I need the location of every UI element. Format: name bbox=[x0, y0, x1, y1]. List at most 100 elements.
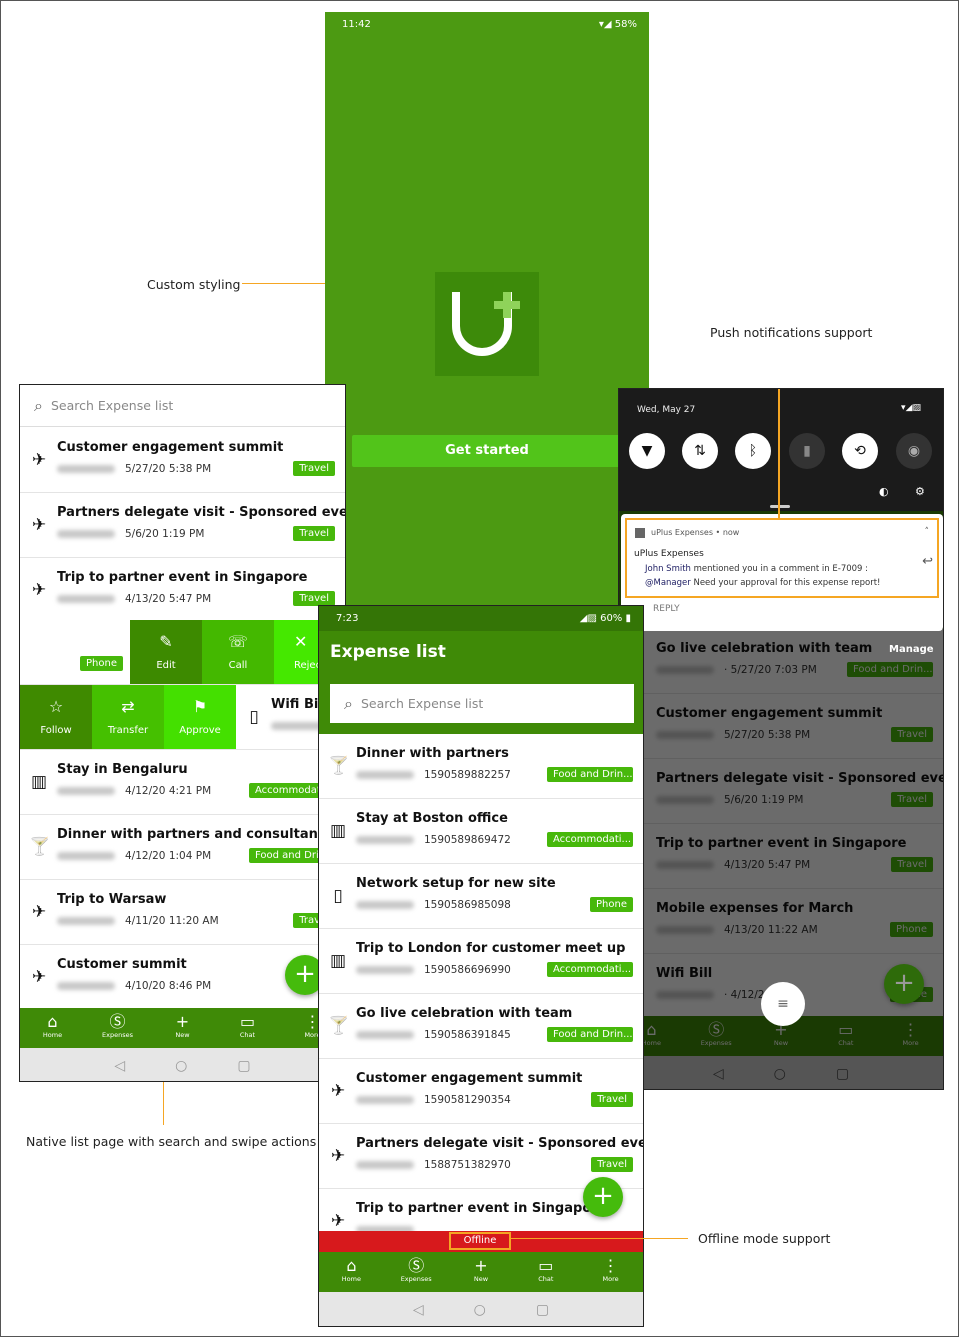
data-saver-icon[interactable]: ◐ bbox=[879, 485, 889, 498]
nav-chat[interactable]: ▭ Chat bbox=[215, 1008, 280, 1048]
follow-action[interactable]: ☆ Follow bbox=[20, 685, 92, 749]
nav-chat[interactable]: ▭ Chat bbox=[813, 1016, 878, 1056]
nav-expenses[interactable]: Ⓢ Expenses bbox=[85, 1008, 150, 1048]
recents-icon[interactable]: ▢ bbox=[237, 1058, 250, 1074]
nav-home[interactable]: ⌂ Home bbox=[20, 1008, 85, 1048]
airplane-icon: ✈ bbox=[31, 967, 47, 987]
star-icon: ☆ bbox=[48, 697, 64, 716]
item-title: Mobile expenses for March bbox=[656, 901, 854, 916]
list-item[interactable]: ▯ Network setup for new site 15905869850… bbox=[319, 864, 643, 929]
item-date: 1588751382970 bbox=[424, 1159, 511, 1171]
gear-icon[interactable]: ⚙ bbox=[915, 485, 925, 498]
category-badge: Travel bbox=[293, 461, 335, 476]
expense-list-phone: 7:23 ◢▨ 60% ▮ Expense list ⌕ Search Expens… bbox=[318, 605, 644, 1327]
system-nav: ◁ ○ ▢ bbox=[619, 1056, 943, 1089]
call-action[interactable]: ☏ Call bbox=[202, 620, 274, 684]
item-title: Partners delegate visit - Sponsored even… bbox=[356, 1136, 644, 1151]
list-item[interactable]: Trip to partner event in Singapore 4/13/… bbox=[619, 824, 943, 889]
record-toggle-icon[interactable]: ◉ bbox=[896, 433, 932, 469]
search-input[interactable]: ⌕ Search Expense list bbox=[330, 684, 634, 723]
back-icon[interactable]: ◁ bbox=[413, 1302, 424, 1318]
callout-push: Push notifications support bbox=[710, 325, 873, 340]
get-started-button[interactable]: Get started bbox=[352, 435, 622, 467]
home-circle-icon[interactable]: ○ bbox=[474, 1302, 486, 1318]
search-placeholder: Search Expense list bbox=[50, 398, 174, 413]
back-icon[interactable]: ◁ bbox=[713, 1066, 724, 1082]
nav-chat[interactable]: ▭ Chat bbox=[513, 1252, 578, 1292]
item-date: 5/6/20 1:19 PM bbox=[724, 794, 804, 806]
add-fab[interactable]: + bbox=[884, 964, 924, 1004]
recents-icon[interactable]: ▢ bbox=[536, 1302, 549, 1318]
wifi-toggle-icon[interactable]: ▼ bbox=[629, 433, 665, 469]
nav-more[interactable]: ⋮ More bbox=[878, 1016, 943, 1056]
rotate-toggle-icon[interactable]: ⟲ bbox=[842, 433, 878, 469]
nav-home[interactable]: ⌂ Home bbox=[319, 1252, 384, 1292]
user-name-blurred bbox=[57, 465, 115, 473]
item-date: 1590586696990 bbox=[424, 964, 511, 976]
airplane-icon: ✈ bbox=[31, 515, 47, 535]
list-item[interactable]: ▥ Stay at Boston office 1590589869472 Ac… bbox=[319, 799, 643, 864]
flashlight-toggle-icon[interactable]: ▮ bbox=[789, 433, 825, 469]
item-title: Trip to London for customer meet up bbox=[356, 941, 626, 956]
category-badge: Phone bbox=[80, 656, 123, 671]
reply-button[interactable]: REPLY bbox=[653, 604, 680, 614]
more-icon: ⋮ bbox=[602, 1256, 619, 1275]
category-badge: Food and Drin... bbox=[847, 662, 933, 677]
menu-icon[interactable]: ≡ bbox=[761, 982, 805, 1026]
nav-more[interactable]: ⋮ More bbox=[578, 1252, 643, 1292]
user-name-blurred bbox=[656, 861, 714, 869]
data-toggle-icon[interactable]: ⇅ bbox=[682, 433, 718, 469]
list-item[interactable]: ✈ Partners delegate visit - Sponsored ev… bbox=[20, 493, 345, 558]
edit-action[interactable]: ✎ Edit bbox=[130, 620, 202, 684]
notification-card[interactable]: uPlus Expenses • now ˄ uPlus Expenses Jo… bbox=[621, 514, 943, 631]
list-item[interactable]: 🍸 Dinner with partners 1590589882257 Foo… bbox=[319, 734, 643, 799]
swipe-row-right[interactable]: Phone ✎ Edit ☏ Call ✕ Reject bbox=[20, 620, 345, 685]
airplane-icon: ✈ bbox=[31, 580, 47, 600]
airplane-icon: ✈ bbox=[31, 450, 47, 470]
callout-line bbox=[163, 1082, 164, 1125]
back-icon[interactable]: ◁ bbox=[114, 1058, 125, 1074]
list-item[interactable]: Mobile expenses for March 4/13/20 11:22 … bbox=[619, 889, 943, 954]
offline-label: Offline bbox=[449, 1232, 511, 1250]
collapse-icon[interactable]: ˄ bbox=[925, 527, 930, 537]
notification-app: uPlus Expenses • now bbox=[651, 528, 740, 537]
item-date: 4/12/20 1:04 PM bbox=[125, 850, 212, 862]
approve-action[interactable]: ⚑ Approve bbox=[164, 685, 236, 749]
reply-icon[interactable]: ↩ bbox=[922, 554, 933, 569]
nav-new[interactable]: + New bbox=[150, 1008, 215, 1048]
category-badge: Accommodati... bbox=[547, 832, 633, 847]
manage-label[interactable]: Manage bbox=[889, 644, 934, 655]
list-item[interactable]: ✈ Trip to Warsaw 4/11/20 11:20 AM Travel bbox=[20, 880, 345, 945]
list-item[interactable]: 🍸 Dinner with partners and consultants 4… bbox=[20, 815, 345, 880]
list-item[interactable]: Customer engagement summit 5/27/20 5:38 … bbox=[619, 694, 943, 759]
system-nav: ◁ ○ ▢ bbox=[319, 1292, 643, 1326]
nav-expenses[interactable]: Ⓢ Expenses bbox=[684, 1016, 749, 1056]
list-item[interactable]: Go live celebration with team · 5/27/20 … bbox=[619, 629, 943, 694]
search-input[interactable]: ⌕ Search Expense list bbox=[20, 385, 345, 427]
callout-line bbox=[242, 283, 325, 284]
list-item[interactable]: 🍸 Go live celebration with team 15905863… bbox=[319, 994, 643, 1059]
transfer-action[interactable]: ⇄ Transfer bbox=[92, 685, 164, 749]
list-item[interactable]: ✈ Customer engagement summit 5/27/20 5:3… bbox=[20, 428, 345, 493]
swipe-row-left[interactable]: ☆ Follow ⇄ Transfer ⚑ Approve ▯ Wifi Bill bbox=[20, 685, 345, 750]
add-fab[interactable]: + bbox=[583, 1177, 623, 1217]
system-nav: ◁ ○ ▢ bbox=[20, 1048, 345, 1081]
home-circle-icon[interactable]: ○ bbox=[774, 1066, 786, 1082]
item-title: Partners delegate visit - Sponsored even… bbox=[656, 771, 944, 786]
home-circle-icon[interactable]: ○ bbox=[175, 1058, 187, 1074]
list-item[interactable]: ✈ Customer engagement summit 15905812903… bbox=[319, 1059, 643, 1124]
nav-expenses[interactable]: Ⓢ Expenses bbox=[384, 1252, 449, 1292]
item-title: Dinner with partners and consultants bbox=[57, 827, 332, 842]
airplane-icon: ✈ bbox=[330, 1211, 346, 1231]
drag-handle[interactable] bbox=[770, 505, 790, 508]
notification-title: uPlus Expenses bbox=[634, 549, 704, 559]
list-item[interactable]: ✈ Trip to partner event in Singapore 4/1… bbox=[20, 558, 345, 623]
bluetooth-toggle-icon[interactable]: ᛒ bbox=[735, 433, 771, 469]
nav-new[interactable]: + New bbox=[449, 1252, 514, 1292]
user-name-blurred bbox=[356, 1031, 414, 1039]
user-name-blurred bbox=[356, 836, 414, 844]
list-item[interactable]: Partners delegate visit - Sponsored even… bbox=[619, 759, 943, 824]
list-item[interactable]: ▥ Stay in Bengaluru 4/12/20 4:21 PM Acco… bbox=[20, 750, 345, 815]
recents-icon[interactable]: ▢ bbox=[836, 1066, 849, 1082]
list-item[interactable]: ▥ Trip to London for customer meet up 15… bbox=[319, 929, 643, 994]
